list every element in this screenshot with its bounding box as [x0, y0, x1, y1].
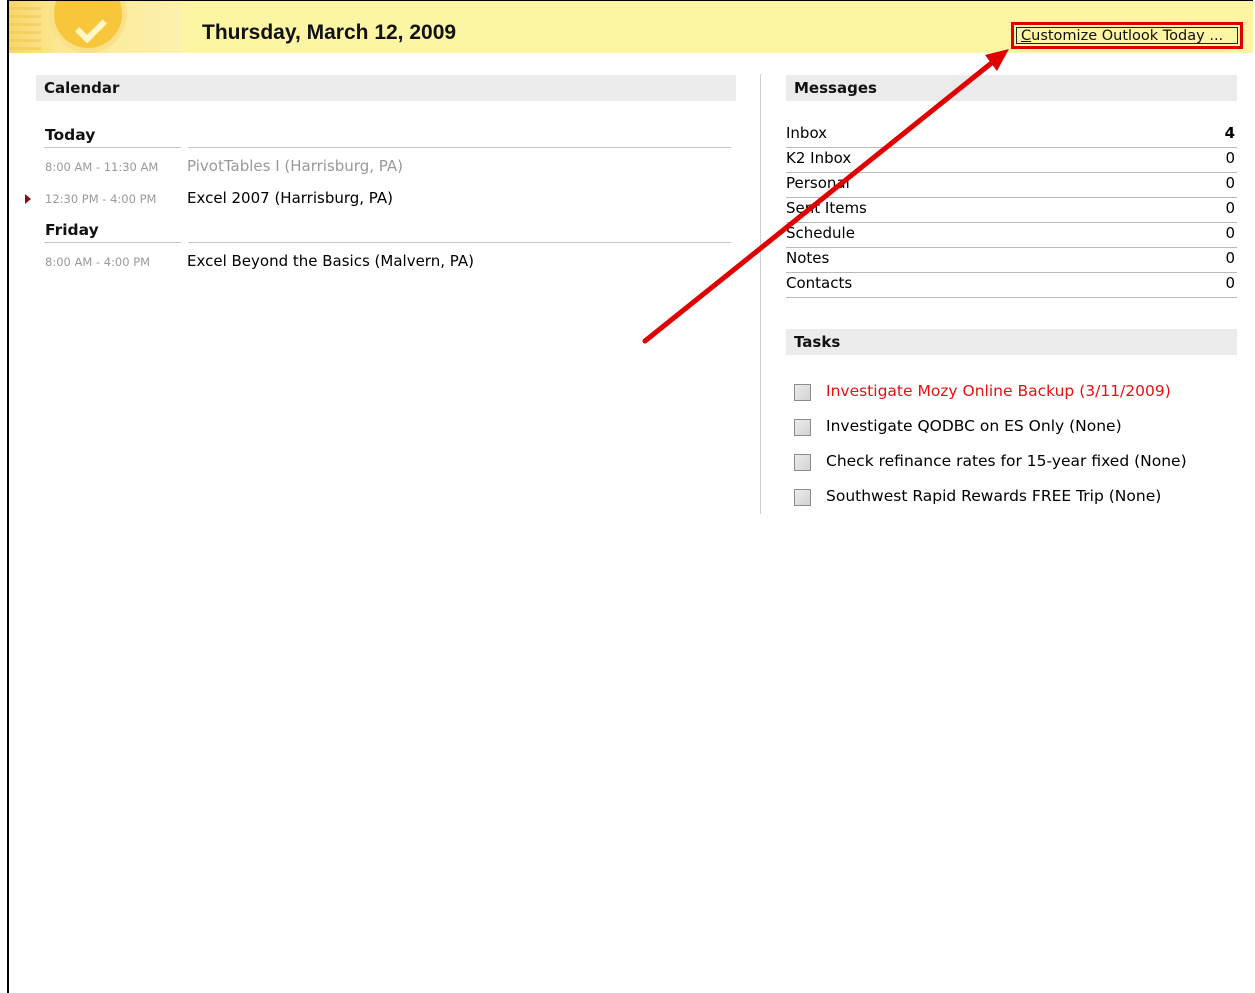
message-folder-row[interactable]: K2 Inbox 0	[786, 147, 1237, 173]
calendar-section-title[interactable]: Calendar	[36, 75, 736, 101]
unread-count: 0	[1225, 274, 1235, 292]
folder-name[interactable]: K2 Inbox	[786, 149, 851, 167]
unread-count: 4	[1224, 124, 1235, 142]
message-folder-row[interactable]: Contacts 0	[786, 272, 1237, 298]
task-checkbox[interactable]	[794, 489, 811, 506]
task-checkbox[interactable]	[794, 419, 811, 436]
customize-link-label[interactable]: Customize Outlook Today ...	[1021, 28, 1223, 44]
task-label[interactable]: Investigate QODBC on ES Only (None)	[826, 417, 1122, 435]
unread-count: 0	[1225, 149, 1235, 167]
folder-name[interactable]: Notes	[786, 249, 829, 267]
appointment-time: 12:30 PM - 4:00 PM	[45, 192, 157, 206]
message-folder-row[interactable]: Schedule 0	[786, 222, 1237, 248]
header-bar: Thursday, March 12, 2009 Customize Outlo…	[9, 1, 1253, 53]
messages-section-title[interactable]: Messages	[786, 75, 1237, 101]
appointment-subject[interactable]: Excel Beyond the Basics (Malvern, PA)	[187, 252, 474, 270]
calendar-day-today: Today	[45, 126, 96, 144]
unread-count: 0	[1225, 199, 1235, 217]
outlook-today-pane: Thursday, March 12, 2009 Customize Outlo…	[7, 0, 1253, 993]
unread-count: 0	[1225, 174, 1235, 192]
message-folder-row[interactable]: Sent Items 0	[786, 197, 1237, 223]
message-folder-row[interactable]: Personal 0	[786, 172, 1237, 198]
column-divider	[760, 74, 761, 514]
folder-name[interactable]: Sent Items	[786, 199, 867, 217]
appointment-subject[interactable]: Excel 2007 (Harrisburg, PA)	[187, 189, 393, 207]
folder-name[interactable]: Inbox	[786, 124, 827, 142]
tasks-section-title[interactable]: Tasks	[786, 329, 1237, 355]
message-folder-row[interactable]: Inbox 4	[786, 122, 1237, 148]
task-checkbox[interactable]	[794, 384, 811, 401]
folder-name[interactable]: Schedule	[786, 224, 855, 242]
message-folder-row[interactable]: Notes 0	[786, 247, 1237, 273]
task-label[interactable]: Southwest Rapid Rewards FREE Trip (None)	[826, 487, 1161, 505]
current-appointment-arrow-icon	[25, 194, 31, 204]
task-label[interactable]: Check refinance rates for 15-year fixed …	[826, 452, 1187, 470]
task-label[interactable]: Investigate Mozy Online Backup (3/11/200…	[826, 382, 1171, 400]
appointment-time: 8:00 AM - 11:30 AM	[45, 160, 159, 174]
page-title-date: Thursday, March 12, 2009	[202, 21, 457, 44]
folder-name[interactable]: Contacts	[786, 274, 852, 292]
outlook-logo	[9, 1, 181, 53]
calendar-day-friday: Friday	[45, 221, 99, 239]
folder-name[interactable]: Personal	[786, 174, 850, 192]
appointment-time: 8:00 AM - 4:00 PM	[45, 255, 151, 269]
customize-outlook-today-link[interactable]: Customize Outlook Today ...	[1011, 22, 1243, 49]
task-checkbox[interactable]	[794, 454, 811, 471]
unread-count: 0	[1225, 249, 1235, 267]
unread-count: 0	[1225, 224, 1235, 242]
appointment-subject[interactable]: PivotTables I (Harrisburg, PA)	[187, 157, 403, 175]
